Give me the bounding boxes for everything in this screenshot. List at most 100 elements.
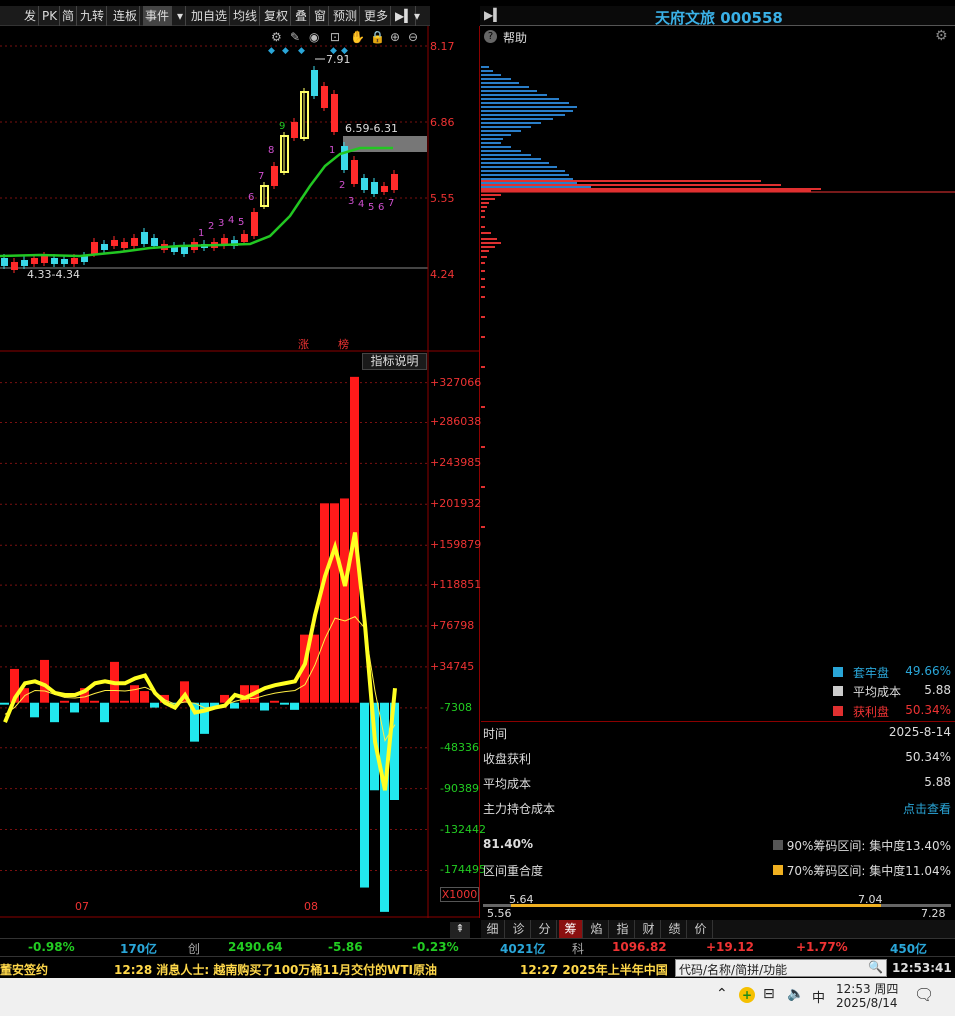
indicator-bar — [30, 702, 39, 718]
chip-bar — [481, 486, 485, 488]
ticker-item[interactable]: 董安签约 — [0, 961, 48, 978]
toolbar-window[interactable]: 窗 — [312, 6, 330, 26]
toolbar-dropdown[interactable]: ▾ — [175, 6, 187, 26]
right-panel-tabs: 细 诊 分 筹 焰 指 财 绩 价 — [481, 920, 955, 938]
chip-bar — [481, 158, 541, 160]
svg-text:3: 3 — [218, 218, 224, 229]
zoom-in-icon[interactable]: ⊕ — [390, 30, 400, 44]
chip-bar — [481, 226, 485, 228]
clock: 12:53:41 — [892, 961, 952, 975]
zoom-out-icon[interactable]: ⊖ — [408, 30, 418, 44]
main-cost-link[interactable]: 点击查看 — [903, 800, 951, 817]
indicator-bar — [90, 700, 99, 703]
chip-bar — [481, 150, 521, 152]
ime-indicator[interactable]: 中 — [812, 987, 825, 1006]
zhang-badge[interactable]: 涨 — [298, 338, 309, 351]
indicator-bar — [280, 702, 289, 705]
tab-chips[interactable]: 筹 — [559, 920, 583, 938]
svg-text:◆: ◆ — [268, 46, 275, 56]
svg-text:4: 4 — [358, 199, 364, 210]
bang-badge[interactable]: 榜 — [338, 337, 349, 351]
tray-app-icon[interactable]: + — [739, 987, 755, 1003]
toolbar-shijian[interactable]: 事件 — [143, 6, 173, 26]
indicator-bar — [360, 702, 369, 888]
search-box[interactable]: 代码/名称/简拼/功能 🔍 — [675, 959, 887, 977]
status-value: 1096.82 — [612, 940, 667, 954]
candle-body — [141, 232, 148, 244]
candle-body — [371, 182, 378, 194]
chip-bar — [481, 194, 501, 196]
gear-icon[interactable]: ⚙ — [271, 30, 282, 44]
indicator-chart[interactable]: 07 08 — [0, 352, 480, 918]
chip-bar — [481, 238, 497, 240]
candle-body — [31, 258, 38, 264]
ticker-item[interactable]: 12:28 消息人士: 越南购买了100万桶11月交付的WTI原油 — [114, 961, 437, 978]
tab-flame[interactable]: 焰 — [585, 920, 609, 938]
toolbar-more[interactable]: 更多 — [362, 6, 392, 26]
price-axis-label: 8.17 — [430, 40, 455, 53]
candlestick-chart[interactable]: ⚙ ✎ ◉ ⊡ ✋ 🔒 ⊕ ⊖ ◆ ◆ ◆ ◆ ◆ 7.91 6.59-6.31 4.… — [0, 26, 480, 352]
toolbar-fuquan[interactable]: 复权 — [262, 6, 292, 26]
candle-body — [71, 258, 78, 264]
candle-body — [1, 258, 8, 266]
indicator-bar — [0, 702, 9, 705]
toolbar-pk[interactable]: PK — [40, 6, 61, 26]
indicator-axis-label: +286038 — [430, 415, 482, 429]
tab-performance[interactable]: 绩 — [663, 920, 687, 938]
chip-histogram — [481, 66, 955, 528]
candle-body — [91, 242, 98, 254]
ticker-item[interactable]: 12:27 2025年上半年中国 — [520, 961, 675, 978]
hand-icon[interactable]: ✋ — [350, 30, 365, 44]
toolbar-jiuzhuan[interactable]: 九转 — [78, 6, 108, 26]
notification-icon[interactable]: 🗨 — [914, 985, 934, 1004]
eye-icon[interactable]: ◉ — [309, 30, 319, 44]
chip-bar — [481, 142, 501, 144]
chip-bar — [481, 102, 569, 104]
candle-body — [121, 242, 128, 248]
candles-group — [1, 66, 398, 273]
chip-bar — [481, 366, 485, 368]
chip-bar — [481, 114, 565, 116]
collapse-icon[interactable]: ▶▍ — [484, 8, 502, 22]
tab-price[interactable]: 价 — [689, 920, 713, 938]
chip-bar — [481, 316, 485, 318]
indicator-bar — [140, 691, 149, 703]
tab-minute[interactable]: 分 — [533, 920, 557, 938]
toolbar-lianban[interactable]: 连板 — [111, 6, 141, 26]
lock-icon[interactable]: 🔒 — [370, 30, 385, 44]
search-icon[interactable]: 🔍 — [868, 960, 883, 974]
volume-icon[interactable]: 🔈 — [787, 986, 804, 1002]
status-value: 170亿 — [120, 942, 158, 956]
toolbar-ma[interactable]: 均线 — [231, 6, 261, 26]
taskbar-date[interactable]: 2025/8/14 — [836, 996, 898, 1010]
svg-text:3: 3 — [348, 196, 354, 207]
toolbar-expand-dropdown[interactable]: ▾ — [412, 6, 422, 26]
chevron-up-icon[interactable]: ⌃ — [716, 986, 728, 1002]
indicator-bar — [70, 702, 79, 713]
tab-index[interactable]: 指 — [611, 920, 635, 938]
toolbar-overlay[interactable]: 叠 — [293, 6, 311, 26]
pen-icon[interactable]: ✎ — [290, 30, 300, 44]
toolbar-forecast[interactable]: 预测 — [331, 6, 361, 26]
chip-bar — [481, 278, 485, 280]
tab-diagnose[interactable]: 诊 — [507, 920, 531, 938]
status-value: -0.98% — [28, 940, 75, 954]
candle-body — [111, 240, 118, 246]
chip-bar — [481, 186, 591, 188]
chip-bar — [481, 126, 531, 128]
taskbar-time[interactable]: 12:53 周四 — [836, 980, 898, 997]
candle-body — [61, 259, 68, 264]
toolbar-add-watch[interactable]: 加自选 — [189, 6, 231, 26]
chip-bar — [481, 154, 531, 156]
indicator-bar — [120, 700, 129, 703]
chip-range-bar: 5.64 7.04 5.56 7.28 — [483, 893, 953, 920]
tab-detail[interactable]: 细 — [481, 920, 505, 938]
indicator-bars — [0, 376, 399, 912]
indicator-bar — [150, 702, 159, 708]
basket-icon[interactable]: ⊡ — [330, 30, 340, 44]
toolbar-jian[interactable]: 简 — [60, 6, 78, 26]
tab-finance[interactable]: 财 — [637, 920, 661, 938]
network-icon[interactable]: ⊟ — [763, 986, 775, 1002]
scroll-top-icon[interactable]: ⇞ — [450, 922, 470, 938]
toolbar-fa[interactable]: 发 — [22, 6, 40, 26]
